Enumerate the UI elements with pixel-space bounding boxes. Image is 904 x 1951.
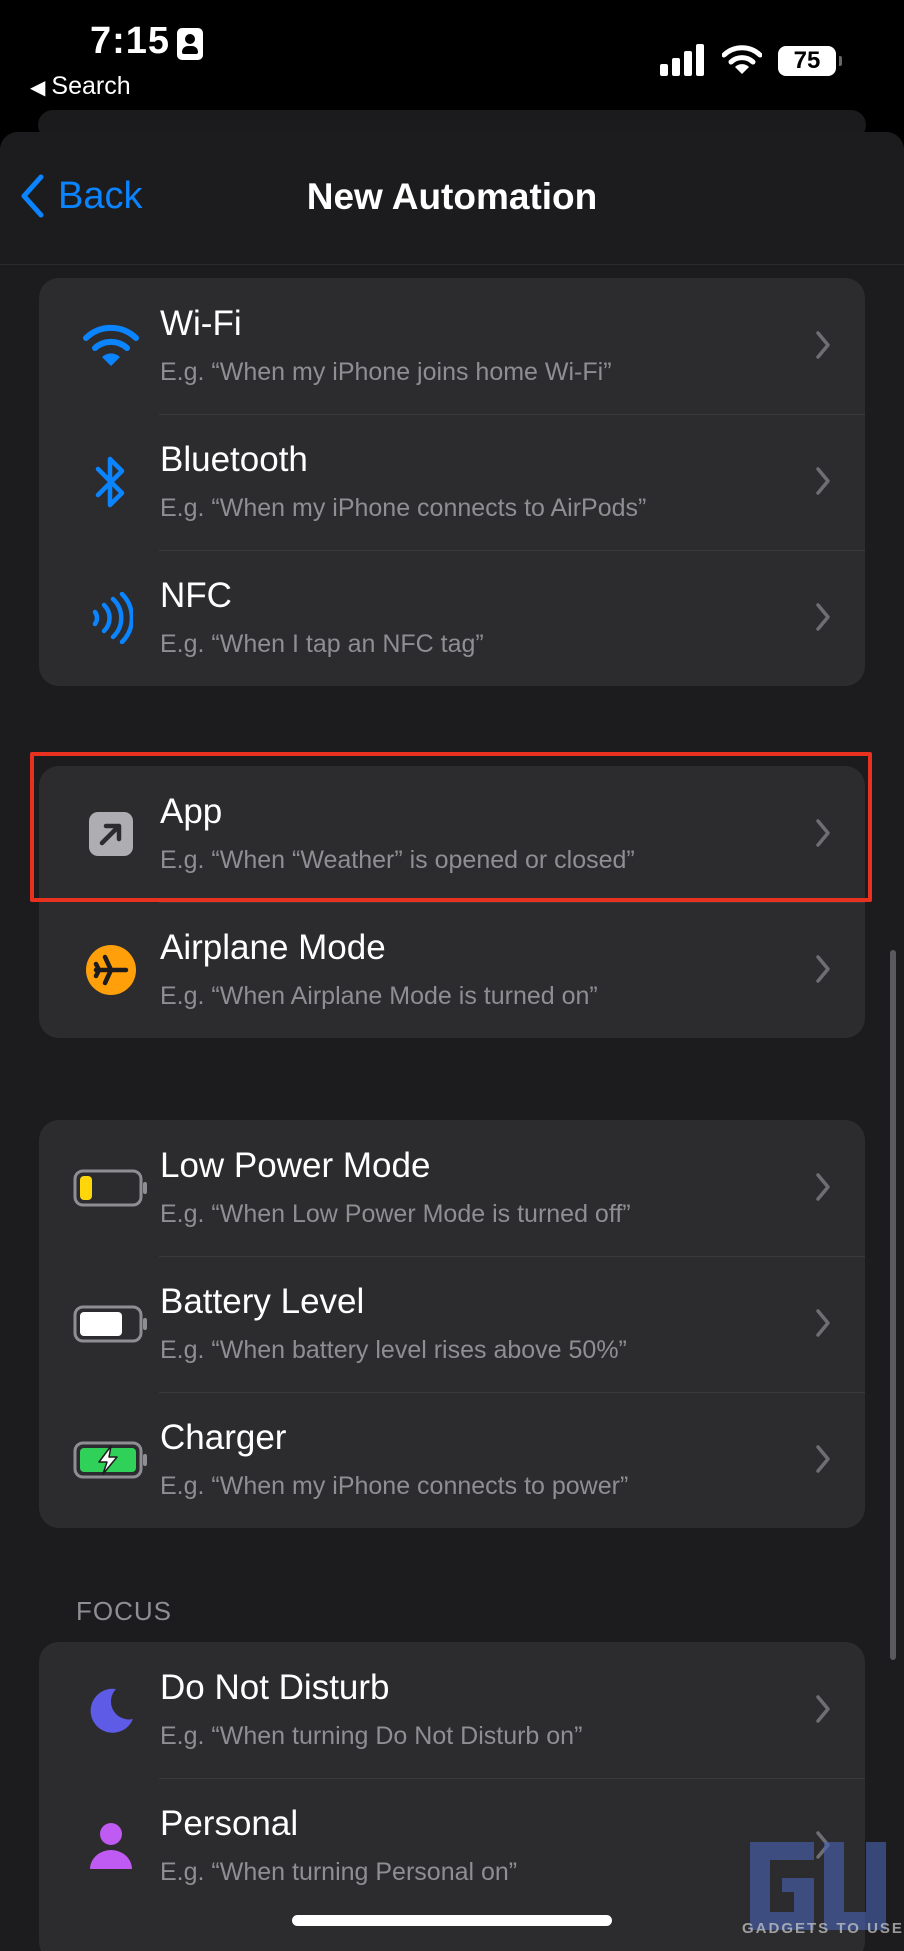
battery-status-icon: 75 <box>778 46 842 76</box>
row-subtitle: E.g. “When Low Power Mode is turned off” <box>160 1200 631 1228</box>
trigger-row-airplane-mode[interactable]: Airplane Mode E.g. “When Airplane Mode i… <box>39 902 865 1038</box>
low-power-battery-icon <box>61 1156 161 1220</box>
row-subtitle: E.g. “When turning Do Not Disturb on” <box>160 1722 583 1750</box>
navigation-bar: Back New Automation <box>0 132 904 265</box>
chevron-right-icon <box>816 1309 830 1337</box>
row-title: Personal <box>160 1804 299 1843</box>
status-bar: 7:15 ◀ Search 75 <box>0 0 904 110</box>
row-title: Battery Level <box>160 1282 365 1321</box>
row-subtitle: E.g. “When turning Personal on” <box>160 1858 518 1886</box>
row-title: Airplane Mode <box>160 928 386 967</box>
row-subtitle: E.g. “When “Weather” is opened or closed… <box>160 846 635 874</box>
trigger-row-battery-level[interactable]: Battery Level E.g. “When battery level r… <box>39 1256 865 1392</box>
chevron-right-icon <box>816 603 830 631</box>
row-title: Bluetooth <box>160 440 308 479</box>
chevron-right-icon <box>816 955 830 983</box>
wifi-status-icon <box>722 45 762 74</box>
new-automation-sheet: Back New Automation Wi-Fi E.g. “When my … <box>0 132 904 1951</box>
trigger-row-low-power-mode[interactable]: Low Power Mode E.g. “When Low Power Mode… <box>39 1120 865 1256</box>
contact-card-icon <box>177 28 203 60</box>
trigger-row-charger[interactable]: Charger E.g. “When my iPhone connects to… <box>39 1392 865 1528</box>
row-subtitle: E.g. “When my iPhone joins home Wi-Fi” <box>160 358 612 386</box>
row-subtitle: E.g. “When battery level rises above 50%… <box>160 1336 627 1364</box>
back-triangle-icon: ◀ <box>30 77 46 99</box>
back-app-label: Search <box>51 72 131 100</box>
row-subtitle: E.g. “When Airplane Mode is turned on” <box>160 982 598 1010</box>
chevron-right-icon <box>816 1445 830 1473</box>
row-subtitle: E.g. “When I tap an NFC tag” <box>160 630 484 658</box>
row-title: App <box>160 792 223 831</box>
battery-group: Low Power Mode E.g. “When Low Power Mode… <box>39 1120 865 1528</box>
charger-icon <box>61 1428 161 1492</box>
trigger-row-app[interactable]: App E.g. “When “Weather” is opened or cl… <box>39 766 865 902</box>
status-time: 7:15 <box>90 20 171 62</box>
row-title: Low Power Mode <box>160 1146 431 1185</box>
focus-section-label: FOCUS <box>76 1596 172 1626</box>
back-to-search-link[interactable]: ◀ Search <box>30 72 131 101</box>
app-group: App E.g. “When “Weather” is opened or cl… <box>39 766 865 1038</box>
app-arrow-icon <box>61 802 161 866</box>
row-title: Do Not Disturb <box>160 1668 390 1707</box>
row-subtitle: E.g. “When my iPhone connects to power” <box>160 1472 629 1500</box>
chevron-right-icon <box>816 1695 830 1723</box>
trigger-row-personal[interactable]: Personal E.g. “When turning Personal on” <box>39 1778 865 1914</box>
moon-icon <box>61 1678 161 1742</box>
chevron-right-icon <box>816 819 830 847</box>
chevron-right-icon <box>816 1173 830 1201</box>
row-title: Charger <box>160 1418 287 1457</box>
trigger-row-nfc[interactable]: NFC E.g. “When I tap an NFC tag” <box>39 550 865 686</box>
chevron-right-icon <box>816 467 830 495</box>
trigger-row-do-not-disturb[interactable]: Do Not Disturb E.g. “When turning Do Not… <box>39 1642 865 1778</box>
watermark-text: GADGETS TO USE <box>742 1920 904 1937</box>
focus-group: Do Not Disturb E.g. “When turning Do Not… <box>39 1642 865 1951</box>
row-title: NFC <box>160 576 232 615</box>
person-icon <box>61 1814 161 1878</box>
row-subtitle: E.g. “When my iPhone connects to AirPods… <box>160 494 647 522</box>
trigger-row-bluetooth[interactable]: Bluetooth E.g. “When my iPhone connects … <box>39 414 865 550</box>
home-indicator[interactable] <box>292 1915 612 1926</box>
nfc-icon <box>61 586 161 650</box>
chevron-right-icon <box>816 331 830 359</box>
battery-level-icon <box>61 1292 161 1356</box>
row-title: Wi-Fi <box>160 304 242 343</box>
scrollbar[interactable] <box>890 950 896 1660</box>
bluetooth-icon <box>61 450 161 514</box>
connectivity-group: Wi-Fi E.g. “When my iPhone joins home Wi… <box>39 278 865 686</box>
trigger-row-wifi[interactable]: Wi-Fi E.g. “When my iPhone joins home Wi… <box>39 278 865 414</box>
page-title: New Automation <box>306 176 598 217</box>
airplane-icon <box>61 938 161 1002</box>
wifi-icon <box>61 314 161 378</box>
